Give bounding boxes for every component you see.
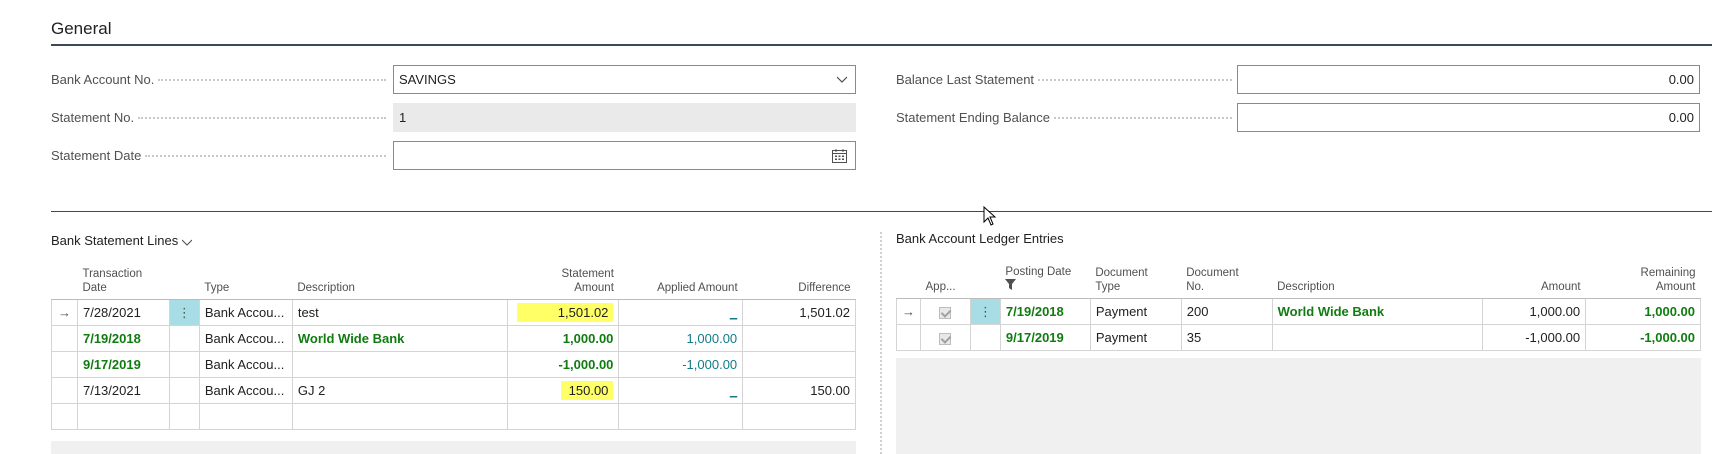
transaction-date-cell[interactable]: 7/13/2021 xyxy=(76,377,170,404)
mouse-cursor-icon xyxy=(983,206,997,226)
row-arrow-icon: → xyxy=(896,298,921,325)
description-cell[interactable]: GJ 2 xyxy=(291,377,509,404)
statement-no-field: 1 xyxy=(393,103,856,132)
description-cell[interactable]: test xyxy=(291,299,509,326)
general-section-title[interactable]: General xyxy=(51,19,111,39)
checkbox-icon[interactable] xyxy=(939,306,952,319)
transaction-date-cell[interactable]: 7/28/2021 xyxy=(76,299,170,326)
applied-amount-cell[interactable]: _ xyxy=(618,299,744,326)
description-cell[interactable]: World Wide Bank xyxy=(1271,298,1484,325)
applied-amount-cell[interactable]: -1,000.00 xyxy=(618,351,744,378)
chevron-down-icon[interactable] xyxy=(837,74,847,84)
description-cell[interactable] xyxy=(291,351,509,378)
statement-date-label: Statement Date xyxy=(51,146,386,166)
column-header-difference[interactable]: Difference xyxy=(742,267,856,300)
statement-no-label: Statement No. xyxy=(51,108,386,128)
calendar-icon[interactable] xyxy=(832,149,847,163)
table-row-empty[interactable] xyxy=(51,403,856,430)
column-header-type[interactable]: Type xyxy=(199,267,293,300)
column-header-applied[interactable]: App... xyxy=(920,265,971,299)
statement-amount-cell[interactable]: 1,501.02 xyxy=(507,299,620,326)
document-no-cell[interactable]: 200 xyxy=(1180,298,1273,325)
checkbox-icon[interactable] xyxy=(939,332,952,345)
difference-cell xyxy=(742,325,856,352)
chevron-down-icon[interactable] xyxy=(181,238,193,246)
type-cell[interactable]: Bank Accou... xyxy=(198,299,293,326)
amount-cell[interactable]: 1,000.00 xyxy=(1482,298,1587,325)
bank-account-no-field[interactable]: SAVINGS xyxy=(393,65,856,94)
table-row[interactable]: → 7/28/2021 ⋮ Bank Accou... test 1,501.0… xyxy=(51,299,856,326)
difference-cell xyxy=(742,351,856,378)
ledger-entries-grid: App... Posting Date Document Type Documen… xyxy=(896,265,1701,351)
type-cell[interactable]: Bank Accou... xyxy=(198,351,293,378)
table-row[interactable]: 9/17/2019 Payment 35 -1,000.00 -1,000.00 xyxy=(896,324,1701,351)
balance-last-statement-field[interactable]: 0.00 xyxy=(1237,65,1700,94)
document-no-cell[interactable]: 35 xyxy=(1180,324,1273,351)
difference-cell: 1,501.02 xyxy=(742,299,856,326)
applied-amount-cell[interactable]: _ xyxy=(618,377,744,404)
bank-account-no-label: Bank Account No. xyxy=(51,70,386,90)
column-header-statement-amount[interactable]: Statement Amount xyxy=(507,267,619,300)
table-row[interactable]: 7/19/2018 Bank Accou... World Wide Bank … xyxy=(51,325,856,352)
table-row[interactable]: 9/17/2019 Bank Accou... -1,000.00 -1,000… xyxy=(51,351,856,378)
bank-statement-lines-grid: Transaction Date Type Description Stateme… xyxy=(51,267,856,430)
ledger-entries-title[interactable]: Bank Account Ledger Entries xyxy=(896,231,1064,246)
column-header-amount[interactable]: Amount xyxy=(1482,265,1586,299)
posting-date-cell[interactable]: 9/17/2019 xyxy=(999,324,1091,351)
type-cell[interactable]: Bank Accou... xyxy=(198,325,293,352)
more-options-icon[interactable]: ⋮ xyxy=(969,298,1001,325)
bank-statement-lines-title[interactable]: Bank Statement Lines xyxy=(51,233,193,248)
transaction-date-cell[interactable]: 7/19/2018 xyxy=(76,325,170,352)
table-row[interactable]: → ⋮ 7/19/2018 Payment 200 World Wide Ban… xyxy=(896,298,1701,325)
difference-cell: 150.00 xyxy=(742,377,856,404)
document-type-cell[interactable]: Payment xyxy=(1089,324,1182,351)
grid-empty-area xyxy=(51,441,856,454)
bank-reconciliation-page: General Bank Account No. SAVINGS Stateme… xyxy=(0,0,1712,454)
type-cell[interactable]: Bank Accou... xyxy=(198,377,293,404)
statement-amount-cell[interactable]: 1,000.00 xyxy=(507,325,620,352)
statement-date-field[interactable] xyxy=(393,141,856,170)
transaction-date-cell[interactable]: 9/17/2019 xyxy=(76,351,170,378)
column-header-document-no[interactable]: Document No. xyxy=(1181,265,1273,299)
column-header-posting-date[interactable]: Posting Date xyxy=(1000,265,1091,299)
column-header-transaction-date[interactable]: Transaction Date xyxy=(77,267,170,300)
remaining-amount-cell[interactable]: 1,000.00 xyxy=(1585,298,1701,325)
section-divider xyxy=(51,44,1712,46)
description-cell[interactable]: World Wide Bank xyxy=(291,325,509,352)
description-cell[interactable] xyxy=(1271,324,1484,351)
table-row[interactable]: 7/13/2021 Bank Accou... GJ 2 150.00 _ 15… xyxy=(51,377,856,404)
applied-amount-cell[interactable]: 1,000.00 xyxy=(618,325,744,352)
posting-date-cell[interactable]: 7/19/2018 xyxy=(999,298,1091,325)
grid-empty-area xyxy=(896,358,1701,454)
filter-icon[interactable] xyxy=(1005,279,1017,290)
section-divider xyxy=(51,211,1712,212)
column-header-remaining-amount[interactable]: Remaining Amount xyxy=(1585,265,1701,299)
statement-ending-balance-field[interactable]: 0.00 xyxy=(1237,103,1700,132)
column-header-applied-amount[interactable]: Applied Amount xyxy=(618,267,743,300)
amount-cell[interactable]: -1,000.00 xyxy=(1482,324,1587,351)
remaining-amount-cell[interactable]: -1,000.00 xyxy=(1585,324,1701,351)
more-options-icon[interactable]: ⋮ xyxy=(168,299,200,326)
column-header-description[interactable]: Description xyxy=(292,267,508,300)
row-arrow-icon: → xyxy=(51,299,78,326)
statement-ending-balance-label: Statement Ending Balance xyxy=(896,108,1232,128)
column-header-description[interactable]: Description xyxy=(1272,265,1483,299)
statement-amount-cell[interactable]: 150.00 xyxy=(507,377,620,404)
part-splitter[interactable] xyxy=(880,232,882,454)
balance-last-statement-label: Balance Last Statement xyxy=(896,70,1232,90)
column-header-document-type[interactable]: Document Type xyxy=(1090,265,1182,299)
statement-amount-cell[interactable]: -1,000.00 xyxy=(507,351,620,378)
document-type-cell[interactable]: Payment xyxy=(1089,298,1182,325)
